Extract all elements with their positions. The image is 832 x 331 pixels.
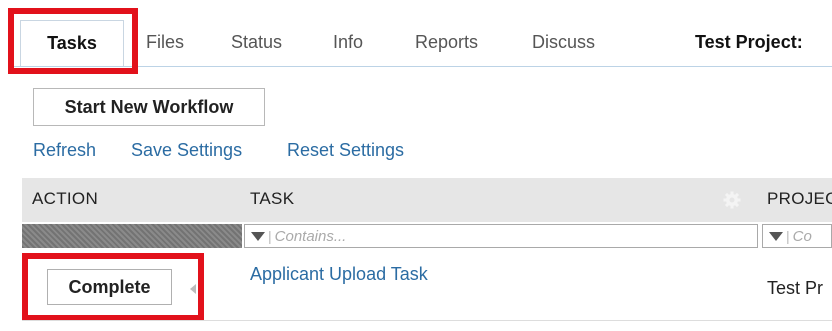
column-header-project[interactable]: PROJEC [767, 189, 832, 209]
tab-files[interactable]: Files [146, 32, 184, 53]
task-filter-placeholder: Contains... [274, 227, 347, 245]
filter-icon[interactable] [251, 231, 265, 241]
filter-icon[interactable] [769, 231, 783, 241]
gear-icon[interactable] [722, 190, 742, 210]
save-settings-link[interactable]: Save Settings [131, 140, 242, 161]
column-header-task[interactable]: TASK [250, 189, 294, 209]
project-filter-placeholder: Co [792, 227, 812, 245]
complete-button[interactable]: Complete [47, 269, 172, 305]
refresh-link[interactable]: Refresh [33, 140, 96, 161]
task-filter-input[interactable]: | Contains... [244, 224, 758, 248]
tab-status[interactable]: Status [231, 32, 282, 53]
tab-tasks[interactable]: Tasks [20, 20, 124, 66]
caret-left-icon [190, 284, 196, 294]
tab-info[interactable]: Info [333, 32, 363, 53]
project-cell: Test Pr [767, 278, 824, 298]
tab-discuss[interactable]: Discuss [532, 32, 595, 53]
reset-settings-link[interactable]: Reset Settings [287, 140, 404, 161]
tab-divider [10, 66, 832, 67]
project-title: Test Project: [695, 32, 803, 52]
task-link[interactable]: Applicant Upload Task [250, 264, 428, 285]
row-divider [22, 320, 832, 321]
tab-reports[interactable]: Reports [415, 32, 478, 53]
grid-header: ACTION TASK PROJEC [22, 178, 832, 222]
filter-row: | Contains... | Co [22, 222, 832, 250]
start-new-workflow-button[interactable]: Start New Workflow [33, 88, 265, 126]
action-filter-cell [22, 224, 242, 248]
column-header-action[interactable]: ACTION [32, 189, 98, 209]
project-filter-input[interactable]: | Co [762, 224, 832, 248]
